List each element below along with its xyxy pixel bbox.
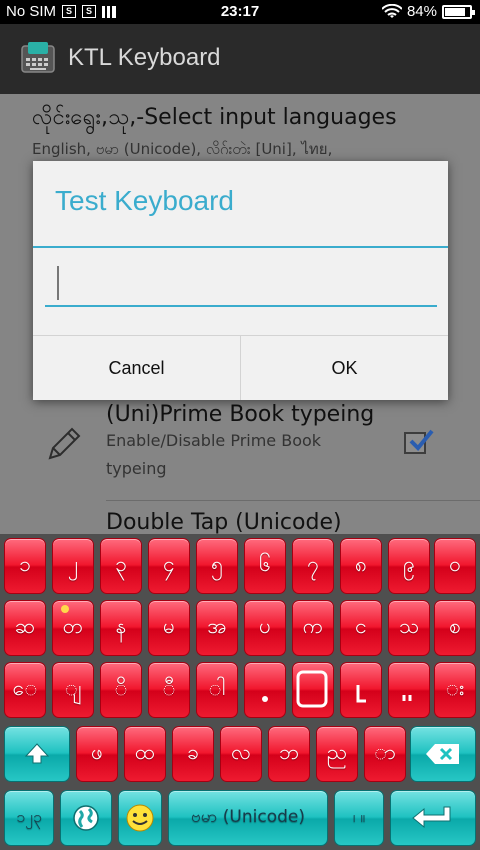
pref-select-languages[interactable]: လိုင်းရွေး,သု,-Select input languages En… [32, 102, 397, 163]
key[interactable]: ာ [364, 726, 406, 782]
language-key[interactable] [60, 790, 112, 846]
medial-ha-icon [356, 685, 366, 703]
key[interactable]: ဆ [4, 600, 46, 656]
test-input[interactable] [45, 263, 437, 307]
wifi-icon [381, 3, 402, 18]
key[interactable]: း [434, 662, 476, 718]
key[interactable]: ၀ [434, 538, 476, 594]
enter-icon [412, 806, 451, 829]
key[interactable] [340, 662, 382, 718]
key[interactable]: က [292, 600, 334, 656]
key[interactable]: စ [434, 600, 476, 656]
emoji-key[interactable] [118, 790, 162, 846]
text-cursor [57, 266, 59, 300]
dialog-title: Test Keyboard [55, 185, 234, 216]
key[interactable]: င [340, 600, 382, 656]
long-press-hint-dot [61, 605, 69, 613]
key[interactable]: ည [316, 726, 358, 782]
key[interactable]: ၂ [52, 538, 94, 594]
backspace-icon [426, 744, 459, 764]
pref-title: လိုင်းရွေး,သု,-Select input languages [32, 105, 397, 130]
enter-key[interactable] [390, 790, 476, 846]
key[interactable]: ေ [4, 662, 46, 718]
key[interactable]: ီ [148, 662, 190, 718]
key[interactable]: ခ [172, 726, 214, 782]
prime-book-checkbox[interactable] [404, 429, 434, 454]
pref-title: (Uni)Prime Book typeing [106, 402, 375, 427]
shift-icon [24, 743, 50, 764]
key[interactable]: ၉ [388, 538, 430, 594]
ok-button[interactable]: OK [240, 336, 448, 400]
app-bar: KTL Keyboard [0, 24, 480, 94]
key[interactable]: ၅ [196, 538, 238, 594]
space-label: ဗမာ (Unicode) [190, 806, 306, 827]
space-key[interactable]: ဗမာ (Unicode) [168, 790, 328, 846]
dot-below-icon [262, 696, 268, 702]
dialog-title-divider [33, 246, 448, 248]
battery-percent: 84% [406, 3, 437, 20]
key[interactable]: ၄ [148, 538, 190, 594]
keyboard-app-icon [21, 42, 55, 73]
pref-title: Double Tap (Unicode) [106, 510, 342, 535]
backspace-key[interactable] [410, 726, 476, 782]
key[interactable]: အ [196, 600, 238, 656]
key[interactable]: ါ [196, 662, 238, 718]
key[interactable]: န [100, 600, 142, 656]
pref-summary-cont: typeing [106, 459, 167, 478]
vowel-u-icon [402, 695, 412, 701]
status-bar: No SIM S S 23:17 84% [0, 0, 480, 24]
key[interactable] [244, 662, 286, 718]
checkmark-icon [409, 429, 434, 451]
smiley-icon [126, 804, 154, 832]
key[interactable]: ဘ [268, 726, 310, 782]
medial-wa-icon [296, 670, 328, 708]
key[interactable]: ၈ [340, 538, 382, 594]
keyboard: ၁ ၂ ၃ ၄ ၅ ၆ ၇ ၈ ၉ ၀ ဆ တ န မ အ ပ က င သ စ … [0, 534, 480, 850]
key[interactable]: ပ [244, 600, 286, 656]
battery-icon [442, 4, 475, 19]
dialog-actions: Cancel OK [33, 335, 448, 400]
shift-key[interactable] [4, 726, 70, 782]
key[interactable]: မ [148, 600, 190, 656]
app-title: KTL Keyboard [68, 44, 221, 71]
key[interactable] [292, 662, 334, 718]
key-label: တ [62, 613, 84, 638]
key[interactable]: ၁ [4, 538, 46, 594]
key[interactable]: ၃ [100, 538, 142, 594]
key[interactable]: ဖ [76, 726, 118, 782]
numbers-key[interactable]: ၁၂၃ [4, 790, 54, 846]
cancel-button[interactable]: Cancel [33, 336, 240, 400]
key[interactable]: သ [388, 600, 430, 656]
pref-summary: English, ဗမာ (Unicode), လိဂ်းတဲး [Uni], … [32, 140, 333, 158]
key[interactable]: လ [220, 726, 262, 782]
period-key[interactable]: ၊ ။ [334, 790, 384, 846]
pref-summary: Enable/Disable Prime Book [106, 431, 322, 450]
pref-prime-book[interactable]: (Uni)Prime Book typeing Enable/Disable P… [106, 402, 374, 483]
key[interactable] [388, 662, 430, 718]
key[interactable]: ထ [124, 726, 166, 782]
pref-double-tap[interactable]: Double Tap (Unicode) [106, 510, 342, 535]
key[interactable]: ိ [100, 662, 142, 718]
key[interactable]: ၇ [292, 538, 334, 594]
globe-icon [73, 805, 99, 831]
key[interactable]: ၆ [244, 538, 286, 594]
pencil-icon [48, 427, 81, 460]
test-keyboard-dialog: Test Keyboard Cancel OK [33, 161, 448, 400]
key[interactable]: ျ [52, 662, 94, 718]
divider [106, 500, 480, 501]
key[interactable]: တ [52, 600, 94, 656]
